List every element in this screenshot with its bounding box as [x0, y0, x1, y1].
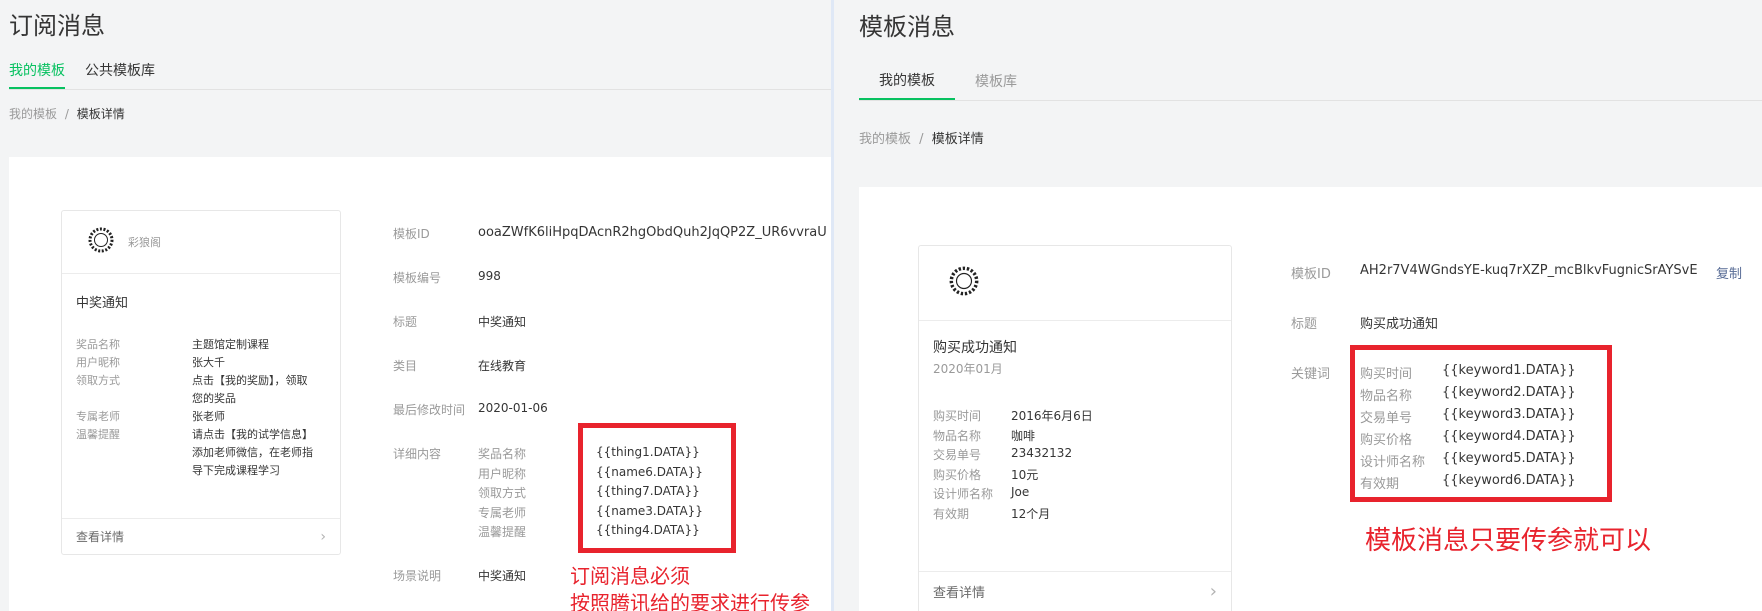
- card-field-value: 咖啡: [1011, 428, 1036, 443]
- template-number-label: 模板编号: [393, 271, 442, 285]
- card-field-label: 设计师名称: [933, 487, 994, 501]
- card-field-label: 领取方式: [76, 374, 120, 387]
- copy-button[interactable]: 复制: [1716, 263, 1742, 282]
- template-id-label: 模板ID: [1291, 267, 1331, 282]
- tab-bar: 我的模板 公共模板库: [9, 55, 831, 90]
- content-label: 详细内容: [393, 447, 442, 461]
- category-value: 在线教育: [478, 359, 527, 373]
- page-title: 订阅消息: [9, 12, 105, 40]
- breadcrumb-parent[interactable]: 我的模板: [9, 107, 57, 121]
- card-field-value: 张大千: [192, 356, 225, 369]
- breadcrumb-separator: /: [919, 132, 924, 147]
- card-date: 2020年01月: [933, 362, 1003, 376]
- title-value: 购买成功通知: [1360, 317, 1439, 332]
- card-heading: 购买成功通知: [933, 340, 1017, 356]
- title-label: 标题: [393, 315, 418, 329]
- modified-time-value: 2020-01-06: [478, 401, 548, 415]
- card-field-label: 温馨提醒: [76, 428, 120, 441]
- title-label: 标题: [1291, 317, 1318, 332]
- breadcrumb: 我的模板 / 模板详情: [9, 105, 125, 122]
- keywords-label: 关键词: [1291, 367, 1331, 382]
- breadcrumb: 我的模板 / 模板详情: [859, 128, 984, 147]
- highlight-box: [578, 423, 736, 553]
- view-details-label: 查看详情: [76, 530, 125, 544]
- breadcrumb-separator: /: [64, 107, 69, 121]
- card-heading: 中奖通知: [76, 296, 129, 311]
- card-field-value: 请点击【我的试学信息】: [192, 428, 313, 441]
- brand-logo-icon: [88, 227, 114, 257]
- card-field-value: 张老师: [192, 410, 225, 423]
- view-details-link[interactable]: 查看详情 ›: [919, 571, 1231, 611]
- title-value: 中奖通知: [478, 315, 527, 329]
- tab-bar: 我的模板 模板库: [859, 65, 1762, 101]
- template-id-label: 模板ID: [393, 227, 430, 241]
- breadcrumb-parent[interactable]: 我的模板: [859, 132, 911, 147]
- card-field-value: 10元: [1011, 467, 1039, 482]
- chevron-right-icon: ›: [320, 528, 326, 545]
- tab-my-templates[interactable]: 我的模板: [859, 70, 955, 100]
- modified-time-label: 最后修改时间: [393, 403, 466, 417]
- content-field-label: 领取方式: [478, 486, 527, 500]
- brand-name: 彩狼阁: [128, 236, 161, 249]
- category-label: 类目: [393, 359, 418, 373]
- card-field-value: 主题馆定制课程: [192, 338, 269, 351]
- breadcrumb-current: 模板详情: [931, 132, 984, 147]
- card-field-label: 专属老师: [76, 410, 120, 423]
- content-field-label: 奖品名称: [478, 447, 527, 461]
- annotation-note: 模板消息只要传参就可以: [1365, 526, 1652, 556]
- card-field-label: 有效期: [933, 506, 970, 521]
- content-field-label: 专属老师: [478, 505, 527, 520]
- card-field-value: 您的奖品: [192, 392, 236, 405]
- chevron-right-icon: ›: [1209, 581, 1217, 602]
- tab-my-templates[interactable]: 我的模板: [9, 60, 65, 89]
- scene-value: 中奖通知: [478, 569, 527, 583]
- card-header: 彩狼阁: [62, 211, 340, 274]
- template-message-pane: 模板消息 我的模板 模板库 我的模板 / 模板详情 购买成功通知 2020年01…: [834, 0, 1762, 611]
- tab-template-library[interactable]: 模板库: [975, 71, 1017, 100]
- template-id-value: AH2r7V4WGndsYE-kuq7rXZP_mcBlkvFugnicSrAY…: [1360, 263, 1698, 278]
- tab-public-template-library[interactable]: 公共模板库: [85, 60, 155, 89]
- card-header: [919, 246, 1231, 321]
- card-field-label: 购买价格: [933, 467, 982, 482]
- card-field-label: 物品名称: [933, 428, 982, 443]
- card-field-value: 点击【我的奖励】，领取: [192, 374, 308, 387]
- content-field-label: 温馨提醒: [478, 525, 527, 539]
- card-field-label: 购买时间: [933, 409, 982, 423]
- content-field-label: 用户昵称: [478, 466, 527, 481]
- template-number-value: 998: [478, 269, 501, 283]
- card-field-value: 2016年6月6日: [1011, 409, 1093, 423]
- view-details-label: 查看详情: [933, 586, 986, 601]
- annotation-note-line1: 订阅消息必须: [570, 564, 690, 588]
- card-field-value: Joe: [1011, 485, 1030, 499]
- card-field-value: 23432132: [1011, 446, 1073, 460]
- card-field-label: 用户昵称: [76, 356, 120, 369]
- highlight-box: [1350, 345, 1612, 502]
- view-details-link[interactable]: 查看详情 ›: [62, 518, 340, 554]
- card-field-label: 交易单号: [933, 448, 982, 462]
- message-preview-card: 彩狼阁 中奖通知 奖品名称 主题馆定制课程用户昵称 张大千领取方式 点击【我的奖励】，…: [61, 210, 341, 555]
- breadcrumb-current: 模板详情: [76, 107, 125, 121]
- card-field-value: 12个月: [1011, 506, 1051, 521]
- annotation-note-line2: 按照腾讯给的要求进行传参: [570, 591, 810, 611]
- card-field-value: 导下完成课程学习: [192, 464, 280, 477]
- brand-logo-icon: [949, 266, 979, 300]
- page-title: 模板消息: [859, 13, 955, 41]
- template-id-value: ooaZWfK6liHpqDAcnR2hgObdQuh2JqQP2Z_UR6vv…: [478, 225, 827, 240]
- subscribe-message-pane: 订阅消息 我的模板 公共模板库 我的模板 / 模板详情 彩狼阁 中奖通知 奖品名…: [0, 0, 831, 611]
- card-field-label: 奖品名称: [76, 338, 120, 351]
- message-preview-card: 购买成功通知 2020年01月 购买时间 2016年6月6日物品名称 咖啡交易单号 2…: [918, 245, 1232, 611]
- scene-label: 场景说明: [393, 569, 442, 583]
- card-field-value: 添加老师微信，在老师指: [192, 446, 313, 459]
